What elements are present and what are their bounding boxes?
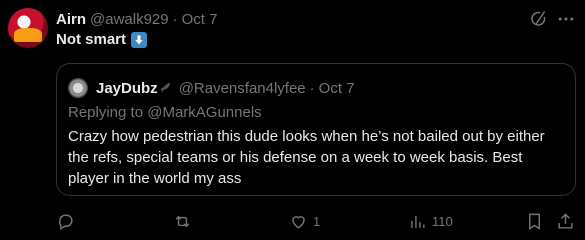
quoted-author-name[interactable]: JayDubz <box>96 80 158 97</box>
views-button[interactable]: 110 <box>408 211 453 231</box>
down-arrow-emoji-icon <box>131 31 148 48</box>
replying-prefix: Replying to <box>68 104 144 121</box>
bookmark-button[interactable] <box>525 211 544 231</box>
author-avatar[interactable] <box>8 8 48 48</box>
tweet-actions-bar: 1 110 <box>56 211 576 233</box>
more-options-icon[interactable] <box>556 9 576 29</box>
quoted-tweet-date[interactable]: Oct 7 <box>319 80 355 97</box>
retweet-icon <box>175 215 190 227</box>
raven-emoji-icon <box>159 80 173 97</box>
bookmark-icon <box>529 213 540 230</box>
quoted-body-line: the refs, special teams or his defense o… <box>68 149 523 166</box>
quoted-body-line: player in the world my ass <box>68 170 242 187</box>
like-count: 1 <box>313 213 321 229</box>
quoted-header-separator: · <box>309 79 315 97</box>
views-count: 110 <box>432 213 453 229</box>
views-chart-icon <box>411 215 425 228</box>
share-icon <box>558 212 573 229</box>
author-handle[interactable]: @awalk929 <box>90 11 169 28</box>
heart-icon <box>292 215 305 229</box>
replying-mention-link[interactable]: @MarkAGunnels <box>147 104 261 121</box>
share-button[interactable] <box>556 211 575 231</box>
header-separator: · <box>172 10 178 28</box>
like-button[interactable]: 1 <box>289 211 320 231</box>
quoted-tweet-header: JayDubz @Ravensfan4lyfee · Oct 7 <box>96 78 355 98</box>
quoted-tweet[interactable]: JayDubz @Ravensfan4lyfee · Oct 7 Replyin… <box>56 63 576 196</box>
quoted-body-line: Crazy how pedestrian this dude looks whe… <box>68 128 545 145</box>
replying-to-line: Replying to @MarkAGunnels <box>68 104 262 121</box>
grok-icon[interactable] <box>528 9 548 29</box>
tweet-date[interactable]: Oct 7 <box>182 11 218 28</box>
author-name[interactable]: Airn <box>56 11 86 28</box>
reply-icon <box>59 213 73 230</box>
quoted-tweet-body: Crazy how pedestrian this dude looks whe… <box>68 126 568 189</box>
tweet-header: Airn @awalk929 · Oct 7 <box>56 9 217 29</box>
tweet-text-content: Not smart <box>56 31 127 48</box>
quoted-author-handle[interactable]: @Ravensfan4lyfee <box>179 80 306 97</box>
retweet-button[interactable] <box>173 211 197 231</box>
tweet-text: Not smart <box>56 31 148 48</box>
reply-button[interactable] <box>56 211 80 231</box>
quoted-author-avatar[interactable] <box>68 78 88 98</box>
